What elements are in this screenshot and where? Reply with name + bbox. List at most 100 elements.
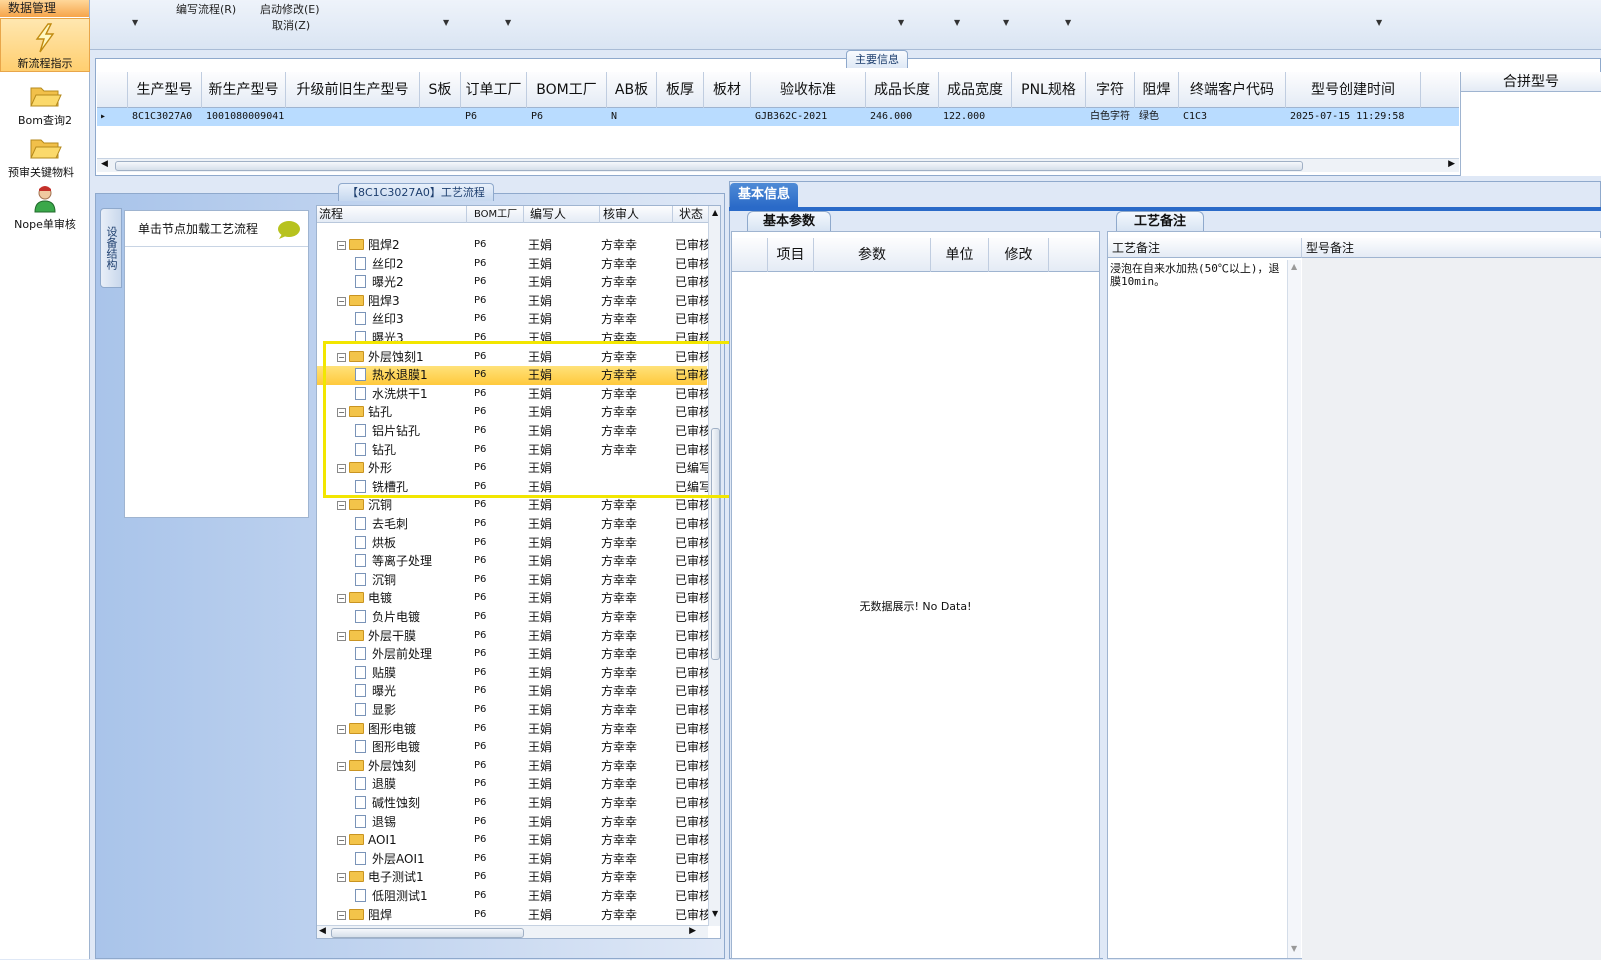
tree-row[interactable]: 铣槽孔 P6 王娟 已编写 <box>317 478 708 497</box>
collapse-icon[interactable]: − <box>337 724 346 734</box>
column-header[interactable]: 新生产型号 <box>202 72 286 108</box>
table-row[interactable]: ▸ 8C1C3027A0 10010800090418 P6 P6 N GJB362C-20… <box>97 108 1459 126</box>
table-cell[interactable]: 10010800090418 <box>206 108 284 126</box>
scroll-up-icon[interactable]: ▲ <box>712 208 718 217</box>
table-cell[interactable]: 122.000 <box>943 108 1010 126</box>
column-header[interactable]: 验收标准 <box>751 72 866 108</box>
column-header[interactable]: 成品宽度 <box>939 72 1012 108</box>
tree-row[interactable]: 负片电镀 P6 王娟 方幸幸 已审核 <box>317 608 708 627</box>
tree-hscroll[interactable]: ◀ ▶ <box>317 925 708 938</box>
table-cell[interactable]: P6 <box>465 108 525 126</box>
column-header[interactable]: 订单工厂 <box>461 72 527 108</box>
column-header[interactable]: 升级前旧生产型号 <box>286 72 420 108</box>
collapse-icon[interactable]: − <box>337 631 346 641</box>
col-param[interactable]: 参数 <box>814 238 931 272</box>
tree-row[interactable]: 水洗烘干1 P6 王娟 方幸幸 已审核 <box>317 385 708 404</box>
nav-header[interactable]: 数据管理 <box>0 0 89 17</box>
dropdown-arrow-icon[interactable]: ▼ <box>898 18 904 27</box>
dropdown-arrow-icon[interactable]: ▼ <box>1065 18 1071 27</box>
tree-row[interactable]: − 外层蚀刻 P6 王娟 方幸幸 已审核 <box>317 757 708 776</box>
table-cell[interactable] <box>424 108 459 126</box>
dropdown-arrow-icon[interactable]: ▼ <box>132 18 138 27</box>
table-cell[interactable]: N <box>611 108 655 126</box>
tab-process-remarks[interactable]: 工艺备注 <box>1116 211 1204 231</box>
table-cell[interactable]: 2025-07-15 11:29:58 <box>1290 108 1419 126</box>
collapse-icon[interactable]: − <box>337 241 346 250</box>
tree-row[interactable]: 贴膜 P6 王娟 方幸幸 已审核 <box>317 664 708 683</box>
col-item[interactable]: 项目 <box>768 238 814 272</box>
dropdown-arrow-icon[interactable]: ▼ <box>505 18 511 27</box>
tree-row[interactable]: − 电镀 P6 王娟 方幸幸 已审核 <box>317 589 708 608</box>
tree-row[interactable]: 热水退膜1 P6 王娟 方幸幸 已审核 <box>317 366 708 385</box>
tab-basic-info[interactable]: 基本信息 <box>730 183 798 207</box>
tree-row[interactable]: − 钻孔 P6 王娟 方幸幸 已审核 <box>317 403 708 422</box>
collapse-icon[interactable]: − <box>337 910 346 920</box>
tree-row[interactable]: 丝印3 P6 王娟 方幸幸 已审核 <box>317 310 708 329</box>
tree-row[interactable]: − 阻焊 P6 王娟 方幸幸 已审核 <box>317 906 708 925</box>
column-header[interactable]: 字符 <box>1086 72 1135 108</box>
nav-item-bom-query[interactable]: Bom查询2 <box>0 76 90 127</box>
tree-column-header[interactable]: 流程 <box>317 206 467 223</box>
scroll-left-icon[interactable]: ◀ <box>319 926 326 936</box>
collapse-icon[interactable]: − <box>337 761 346 771</box>
column-header[interactable]: 板厚 <box>657 72 704 108</box>
tree-row[interactable]: 沉铜 P6 王娟 方幸幸 已审核 <box>317 571 708 590</box>
table-cell[interactable] <box>661 108 702 126</box>
table-cell[interactable]: C1C3 <box>1183 108 1284 126</box>
tree-row[interactable]: − 电子测试1 P6 王娟 方幸幸 已审核 <box>317 868 708 887</box>
start-modify-button[interactable]: 启动修改(E) <box>260 1 320 17</box>
tree-vscroll[interactable]: ▲ ▼ <box>708 206 720 926</box>
collapse-icon[interactable]: − <box>337 408 346 418</box>
tree-row[interactable]: 丝印2 P6 王娟 方幸幸 已审核 <box>317 255 708 274</box>
tree-row[interactable]: 显影 P6 王娟 方幸幸 已审核 <box>317 701 708 720</box>
dropdown-arrow-icon[interactable]: ▼ <box>1003 18 1009 27</box>
dropdown-arrow-icon[interactable]: ▼ <box>954 18 960 27</box>
col-modify[interactable]: 修改 <box>989 238 1049 272</box>
tree-row[interactable]: 碱性蚀刻 P6 王娟 方幸幸 已审核 <box>317 794 708 813</box>
tree-row[interactable]: − 阻焊2 P6 王娟 方幸幸 已审核 <box>317 236 708 255</box>
scroll-down-icon[interactable]: ▼ <box>1291 944 1297 953</box>
tab-basic-params[interactable]: 基本参数 <box>747 211 831 231</box>
process-remark-text[interactable]: 浸泡在自来水加热(50℃以上)，退膜10min。 <box>1110 262 1286 288</box>
scroll-down-icon[interactable]: ▼ <box>712 909 718 918</box>
tree-row[interactable]: 外层前处理 P6 王娟 方幸幸 已审核 <box>317 645 708 664</box>
collapse-icon[interactable]: − <box>337 296 346 306</box>
column-header[interactable]: 生产型号 <box>128 72 202 108</box>
write-flow-button[interactable]: 编写流程(R) <box>176 1 236 17</box>
column-header[interactable]: AB板 <box>607 72 657 108</box>
tree-row[interactable]: 曝光 P6 王娟 方幸幸 已审核 <box>317 682 708 701</box>
scroll-right-icon[interactable]: ▶ <box>1448 159 1455 169</box>
tree-row[interactable]: 图形电镀 P6 王娟 方幸幸 已审核 <box>317 738 708 757</box>
scroll-up-icon[interactable]: ▲ <box>1291 262 1297 271</box>
collapse-icon[interactable]: − <box>337 352 346 362</box>
column-header[interactable]: 成品长度 <box>866 72 939 108</box>
tree-row[interactable]: − 外层干膜 P6 王娟 方幸幸 已审核 <box>317 627 708 646</box>
table-cell[interactable]: GJB362C-2021 <box>755 108 864 126</box>
tree-row[interactable]: 退膜 P6 王娟 方幸幸 已审核 <box>317 775 708 794</box>
collapse-icon[interactable]: − <box>337 873 346 883</box>
table-cell[interactable]: P6 <box>531 108 605 126</box>
column-header[interactable]: 型号创建时间 <box>1286 72 1421 108</box>
column-header[interactable]: BOM工厂 <box>527 72 607 108</box>
tree-row[interactable]: − 外层蚀刻1 P6 王娟 方幸幸 已审核 <box>317 348 708 367</box>
table-cell[interactable]: 8C1C3027A0 <box>132 108 200 126</box>
table-cell[interactable]: 246.000 <box>870 108 937 126</box>
column-header[interactable]: 板材 <box>704 72 751 108</box>
table-cell[interactable]: 绿色 <box>1139 108 1177 126</box>
scroll-right-icon[interactable]: ▶ <box>689 926 696 936</box>
tree-row[interactable]: 等离子处理 P6 王娟 方幸幸 已审核 <box>317 552 708 571</box>
table-cell[interactable] <box>290 108 418 126</box>
model-remark-area[interactable] <box>1302 258 1601 960</box>
table-cell[interactable] <box>708 108 749 126</box>
tree-row[interactable]: 去毛刺 P6 王娟 方幸幸 已审核 <box>317 515 708 534</box>
nav-item-new-flow[interactable]: 新流程指示 <box>0 18 90 72</box>
scroll-thumb[interactable] <box>331 928 524 938</box>
collapse-icon[interactable]: − <box>337 501 346 511</box>
table-cell[interactable]: 白色字符 <box>1090 108 1133 126</box>
tree-row[interactable]: 铝片钻孔 P6 王娟 方幸幸 已审核 <box>317 422 708 441</box>
table-cell[interactable] <box>1016 108 1084 126</box>
tree-row[interactable]: 外层AOI1 P6 王娟 方幸幸 已审核 <box>317 850 708 869</box>
nav-item-key-material[interactable]: 预审关键物料 <box>0 128 90 179</box>
scroll-left-icon[interactable]: ◀ <box>101 159 108 169</box>
tree-row[interactable]: 钻孔 P6 王娟 方幸幸 已审核 <box>317 441 708 460</box>
